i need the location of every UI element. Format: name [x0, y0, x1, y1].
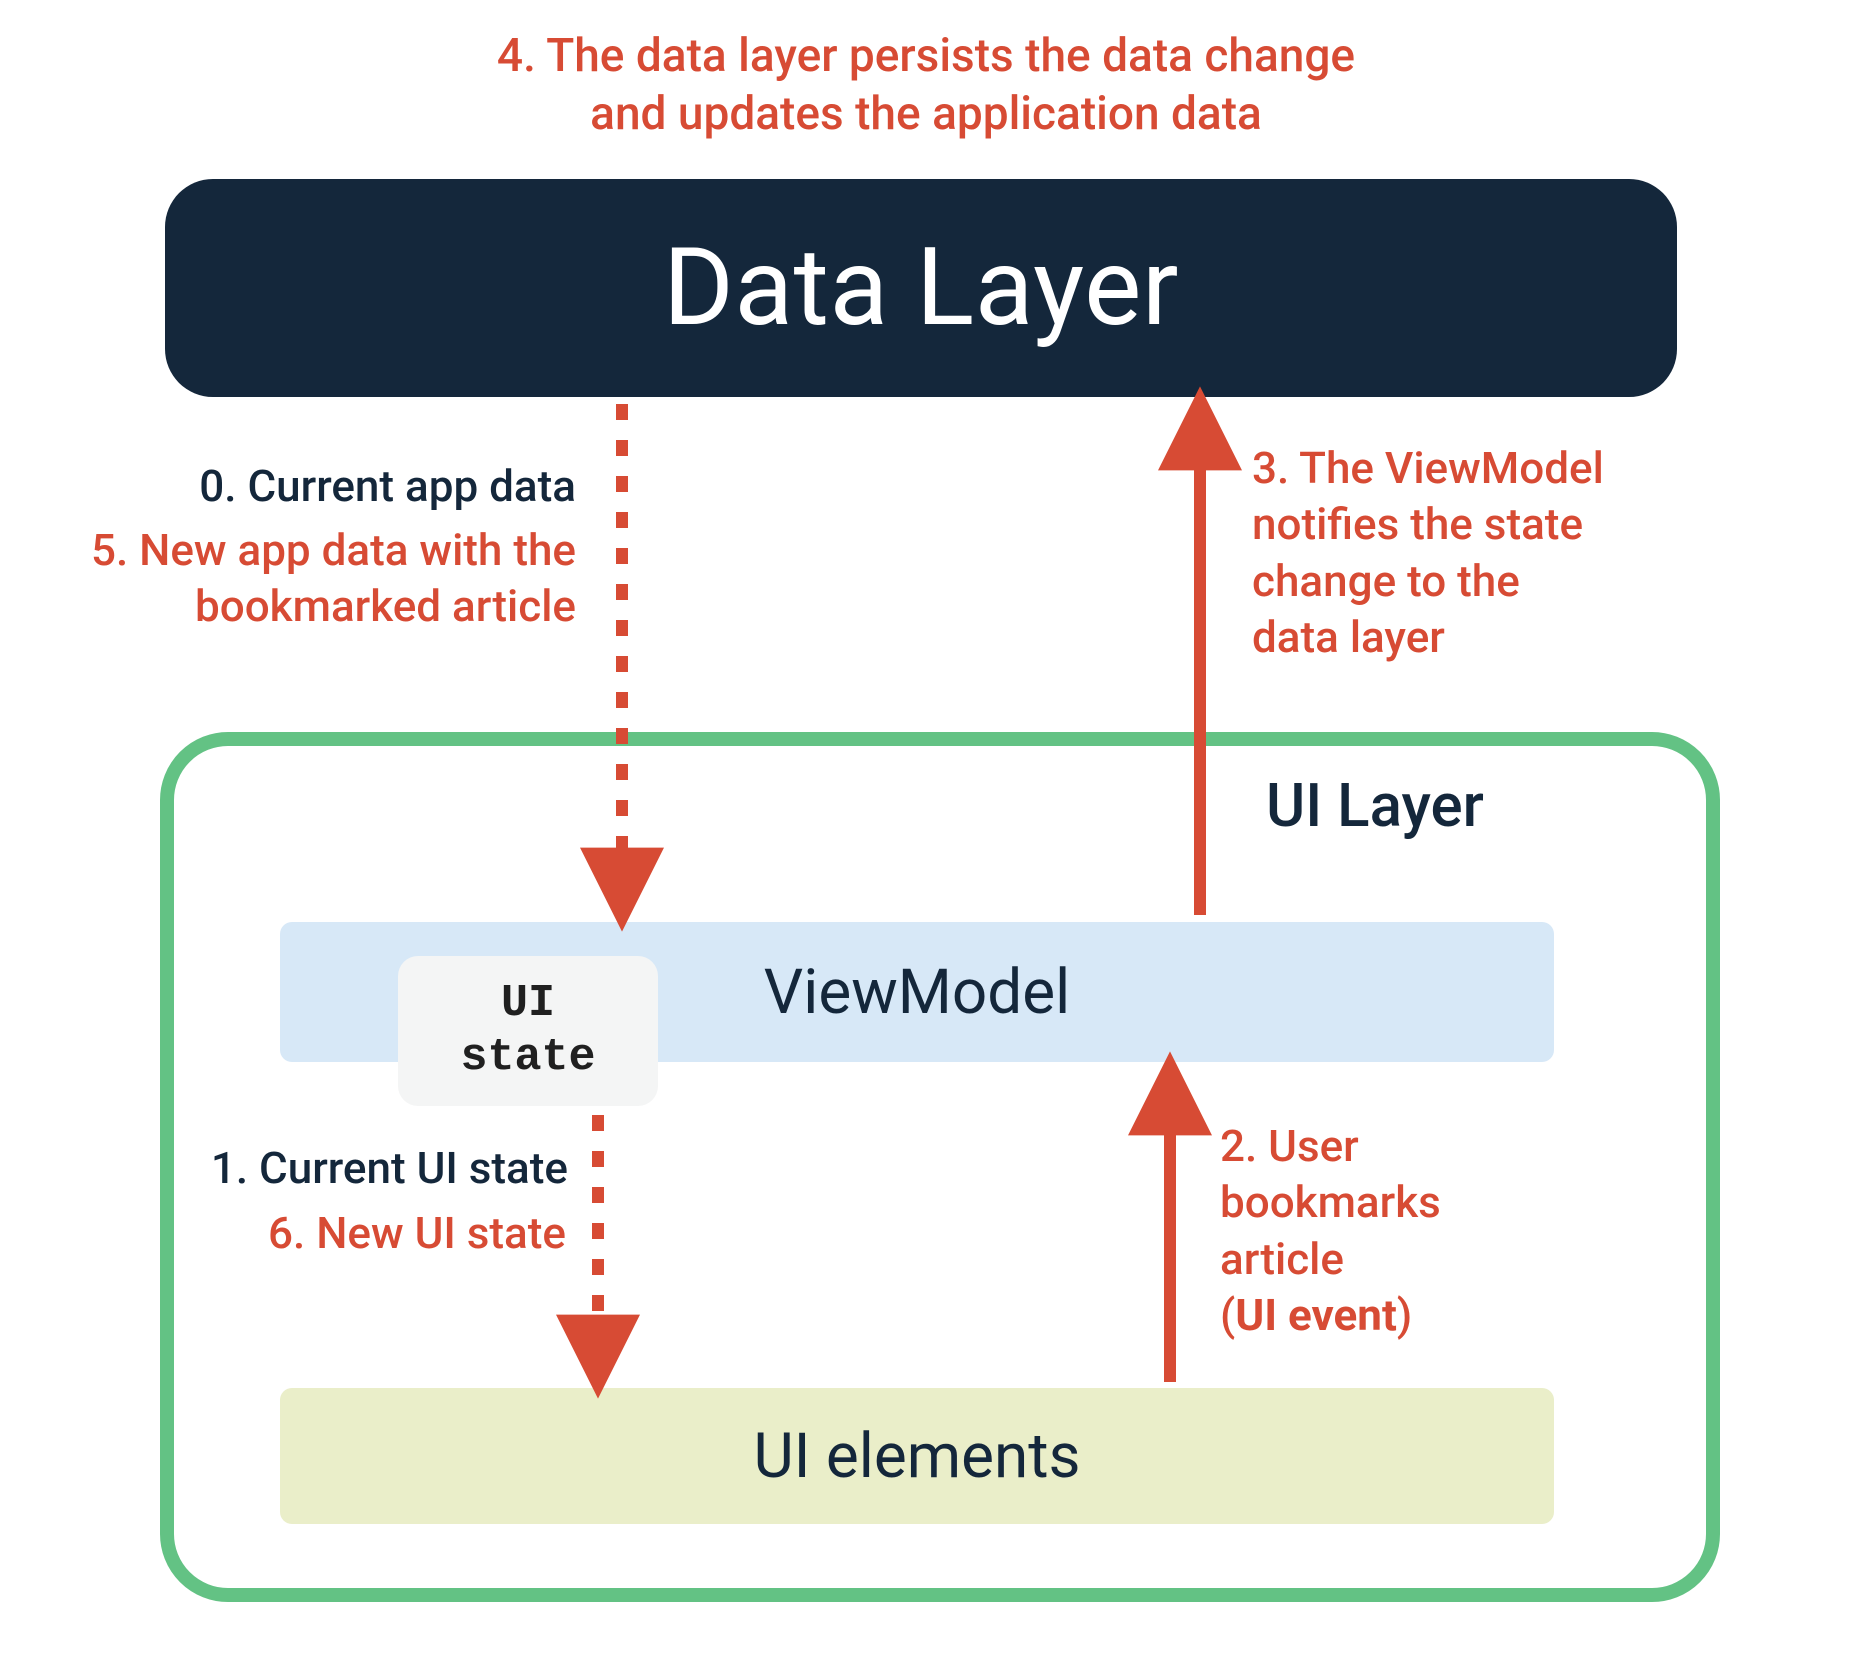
annotation-step-1: 1. Current UI state: [158, 1140, 568, 1196]
annotation-step-3: 3. The ViewModel notifies the state chan…: [1252, 440, 1682, 665]
ui-state-label: UIstate: [460, 977, 595, 1085]
caption-step-4-line1: 4. The data layer persists the data chan…: [497, 29, 1355, 83]
annotation-step-2-line1: 2. User: [1220, 1120, 1359, 1172]
annotation-step-2-line2: bookmarks: [1220, 1176, 1441, 1228]
caption-step-4: 4. The data layer persists the data chan…: [0, 28, 1852, 143]
ui-layer-label: UI Layer: [1266, 770, 1484, 841]
annotation-step-6: 6. New UI state: [226, 1205, 566, 1261]
viewmodel-label: ViewModel: [764, 956, 1070, 1029]
annotation-step-0: 0. Current app data: [116, 458, 576, 514]
annotation-step-5: 5. New app data with the bookmarked arti…: [36, 522, 576, 635]
diagram-canvas: 4. The data layer persists the data chan…: [0, 0, 1852, 1656]
annotation-step-2: 2. User bookmarks article (UI event): [1220, 1118, 1550, 1343]
ui-state-box: UIstate: [398, 956, 658, 1106]
annotation-step-3-line3: change to the: [1252, 555, 1520, 607]
annotation-step-2-line4-bold: UI event: [1235, 1289, 1397, 1341]
annotation-step-3-line1: 3. The ViewModel: [1252, 442, 1604, 494]
annotation-step-2-line4-close: ): [1397, 1289, 1412, 1341]
annotation-step-2-line3: article: [1220, 1233, 1344, 1285]
ui-elements-label: UI elements: [753, 1420, 1080, 1493]
annotation-step-2-line4-open: (: [1220, 1289, 1235, 1341]
data-layer-label: Data Layer: [663, 225, 1179, 351]
annotation-step-5-line2: bookmarked article: [195, 580, 576, 632]
annotation-step-5-line1: 5. New app data with the: [91, 524, 576, 576]
data-layer-box: Data Layer: [165, 179, 1677, 397]
annotation-step-3-line4: data layer: [1252, 611, 1445, 663]
caption-step-4-line2: and updates the application data: [590, 87, 1262, 141]
ui-elements-box: UI elements: [280, 1388, 1554, 1524]
annotation-step-3-line2: notifies the state: [1252, 498, 1583, 550]
